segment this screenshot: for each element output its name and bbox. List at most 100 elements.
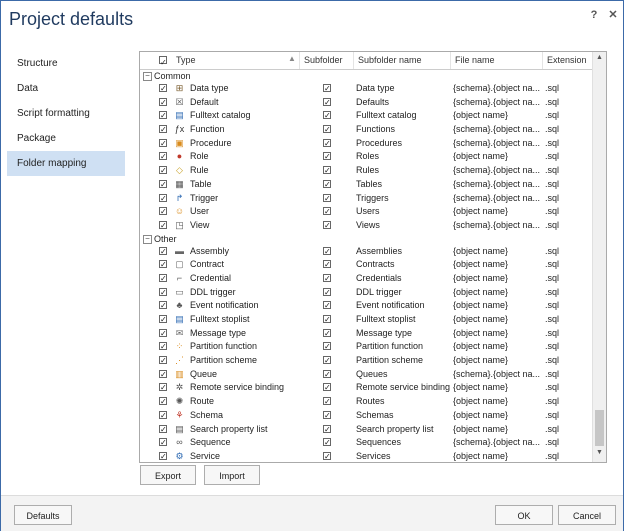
file-name-cell[interactable]: {object name} [453, 258, 543, 272]
file-name-cell[interactable]: {schema}.{object na... [453, 219, 543, 233]
file-name-cell[interactable]: {object name} [453, 340, 543, 354]
subfolder-name-cell[interactable]: Users [356, 205, 450, 219]
subfolder-name-cell[interactable]: Credentials [356, 272, 450, 286]
sidebar-item-data[interactable]: Data [7, 76, 125, 101]
extension-cell[interactable]: .sql [545, 368, 585, 382]
file-name-cell[interactable]: {object name} [453, 327, 543, 341]
table-row[interactable]: ▭DDL triggerDDL trigger{object name}.sql [140, 286, 592, 300]
subfolder-checkbox[interactable] [323, 137, 331, 150]
subfolder-checkbox[interactable] [323, 205, 331, 219]
file-name-cell[interactable]: {schema}.{object na... [453, 123, 543, 137]
extension-cell[interactable]: .sql [545, 381, 585, 395]
include-checkbox[interactable] [159, 123, 167, 137]
extension-cell[interactable]: .sql [545, 313, 585, 327]
file-name-cell[interactable]: {schema}.{object na... [453, 178, 543, 192]
subfolder-name-cell[interactable]: Queues [356, 368, 450, 382]
include-checkbox[interactable] [159, 192, 167, 205]
include-checkbox[interactable] [159, 109, 167, 123]
column-header-subfolder-name[interactable]: Subfolder name [354, 52, 451, 69]
extension-cell[interactable]: .sql [545, 395, 585, 409]
table-row[interactable]: ⌐ Credential Credentials{object name}.sql [140, 272, 592, 286]
include-checkbox[interactable] [159, 436, 167, 450]
subfolder-checkbox[interactable] [323, 258, 331, 272]
extension-cell[interactable]: .sql [545, 164, 585, 178]
table-row[interactable]: ● Role Roles{object name}.sql [140, 150, 592, 164]
include-checkbox[interactable] [159, 178, 167, 192]
include-checkbox[interactable] [159, 82, 167, 96]
table-row[interactable]: ⚘ Schema Schemas{object name}.sql [140, 409, 592, 423]
subfolder-name-cell[interactable]: Triggers [356, 192, 450, 206]
group-row-other[interactable]: − Other [140, 233, 592, 245]
extension-cell[interactable]: .sql [545, 286, 585, 300]
include-checkbox[interactable] [159, 245, 167, 258]
subfolder-name-cell[interactable]: Partition scheme [356, 354, 450, 368]
subfolder-checkbox[interactable] [323, 82, 331, 96]
extension-cell[interactable]: .sql [545, 96, 585, 110]
include-checkbox[interactable] [159, 395, 167, 409]
file-name-cell[interactable]: {schema}.{object na... [453, 436, 543, 450]
sidebar-item-script-formatting[interactable]: Script formatting [7, 101, 125, 126]
close-icon[interactable]: ✕ [605, 7, 621, 23]
subfolder-checkbox[interactable] [323, 450, 331, 462]
subfolder-name-cell[interactable]: Schemas [356, 409, 450, 423]
export-button[interactable]: Export [140, 465, 196, 485]
table-row[interactable]: ⊞Data typeData type{schema}.{object na..… [140, 82, 592, 96]
subfolder-checkbox[interactable] [323, 219, 331, 233]
subfolder-checkbox[interactable] [323, 96, 331, 109]
table-row[interactable]: ✉Message typeMessage type{object name}.s… [140, 327, 592, 341]
subfolder-checkbox[interactable] [323, 299, 331, 313]
include-checkbox[interactable] [159, 150, 167, 164]
subfolder-checkbox[interactable] [323, 286, 331, 299]
include-checkbox[interactable] [159, 354, 167, 368]
group-row-common[interactable]: − Common [140, 70, 592, 82]
include-checkbox[interactable] [159, 381, 167, 395]
include-checkbox[interactable] [159, 258, 167, 272]
include-checkbox[interactable] [159, 409, 167, 423]
table-row[interactable]: ⚙ Service Services{object name}.sql [140, 450, 592, 462]
subfolder-name-cell[interactable]: Sequences [356, 436, 450, 450]
subfolder-name-cell[interactable]: Roles [356, 150, 450, 164]
subfolder-name-cell[interactable]: Message type [356, 327, 450, 341]
scroll-down-icon[interactable]: ▼ [596, 449, 603, 456]
table-row[interactable]: ▢ Contract Contracts{object name}.sql [140, 258, 592, 272]
subfolder-checkbox[interactable] [323, 192, 331, 205]
column-header-type[interactable]: Type [140, 52, 300, 71]
file-name-cell[interactable]: {object name} [453, 245, 543, 259]
table-row[interactable]: ⋰Partition schemePartition scheme{object… [140, 354, 592, 368]
subfolder-name-cell[interactable]: Rules [356, 164, 450, 178]
file-name-cell[interactable]: {schema}.{object na... [453, 368, 543, 382]
file-name-cell[interactable]: {object name} [453, 150, 543, 164]
include-checkbox[interactable] [159, 137, 167, 150]
subfolder-checkbox[interactable] [323, 164, 331, 178]
subfolder-name-cell[interactable]: Search property list [356, 423, 450, 437]
subfolder-name-cell[interactable]: Tables [356, 178, 450, 192]
include-checkbox[interactable] [159, 340, 167, 354]
subfolder-name-cell[interactable]: Assemblies [356, 245, 450, 259]
subfolder-checkbox[interactable] [323, 272, 331, 286]
file-name-cell[interactable]: {object name} [453, 395, 543, 409]
extension-cell[interactable]: .sql [545, 327, 585, 341]
table-row[interactable]: ▤Fulltext catalogFulltext catalog{object… [140, 109, 592, 123]
subfolder-checkbox[interactable] [323, 436, 331, 450]
subfolder-checkbox[interactable] [323, 395, 331, 409]
collapse-icon[interactable]: − [143, 234, 152, 244]
include-checkbox[interactable] [159, 205, 167, 219]
subfolder-checkbox[interactable] [323, 245, 331, 258]
subfolder-checkbox[interactable] [323, 327, 331, 340]
extension-cell[interactable]: .sql [545, 137, 585, 151]
table-row[interactable]: ☒ Default Defaults{schema}.{object na....s… [140, 96, 592, 110]
file-name-cell[interactable]: {schema}.{object na... [453, 164, 543, 178]
extension-cell[interactable]: .sql [545, 205, 585, 219]
table-row[interactable]: ▣ Procedure Procedures{schema}.{object na.… [140, 137, 592, 151]
defaults-button[interactable]: Defaults [14, 505, 72, 525]
subfolder-checkbox[interactable] [323, 178, 331, 192]
extension-cell[interactable]: .sql [545, 450, 585, 462]
extension-cell[interactable]: .sql [545, 354, 585, 368]
table-row[interactable]: ✺ Route Routes{object name}.sql [140, 395, 592, 409]
subfolder-checkbox[interactable] [323, 409, 331, 423]
file-name-cell[interactable]: {schema}.{object na... [453, 137, 543, 151]
sidebar-item-package[interactable]: Package [7, 126, 125, 151]
scroll-up-icon[interactable]: ▲ [596, 54, 603, 61]
extension-cell[interactable]: .sql [545, 258, 585, 272]
file-name-cell[interactable]: {object name} [453, 313, 543, 327]
